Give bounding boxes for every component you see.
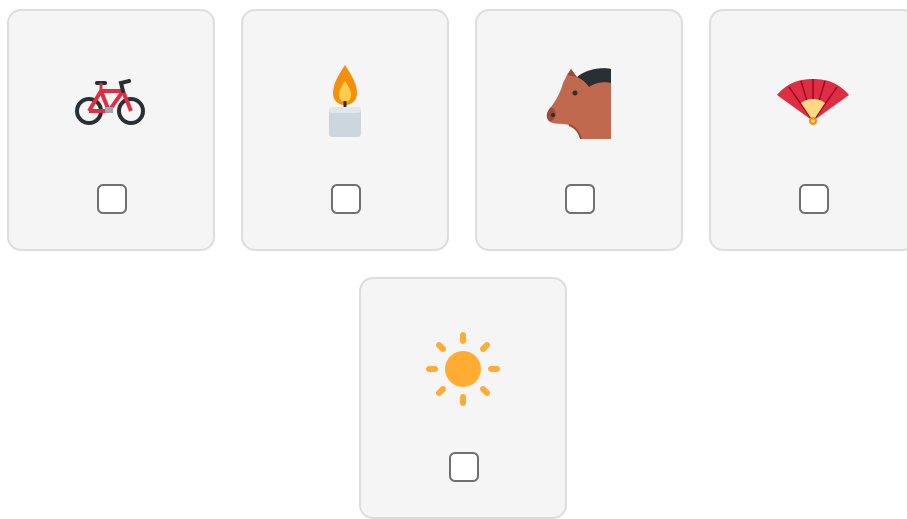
image-card-horse[interactable] xyxy=(475,9,683,251)
select-checkbox[interactable] xyxy=(331,184,361,214)
select-checkbox[interactable] xyxy=(799,184,829,214)
select-checkbox[interactable] xyxy=(449,452,479,482)
image-card-candle[interactable] xyxy=(241,9,449,251)
bicycle-icon xyxy=(75,79,145,125)
image-card-fan[interactable] xyxy=(709,9,907,251)
candle-icon xyxy=(329,65,361,137)
folding-hand-fan-icon xyxy=(777,79,849,125)
image-card-sun[interactable] xyxy=(359,277,567,519)
horse-face-icon xyxy=(546,68,611,139)
select-checkbox[interactable] xyxy=(565,184,595,214)
sun-icon xyxy=(426,332,500,406)
select-checkbox[interactable] xyxy=(97,184,127,214)
image-card-bicycle[interactable] xyxy=(7,9,215,251)
